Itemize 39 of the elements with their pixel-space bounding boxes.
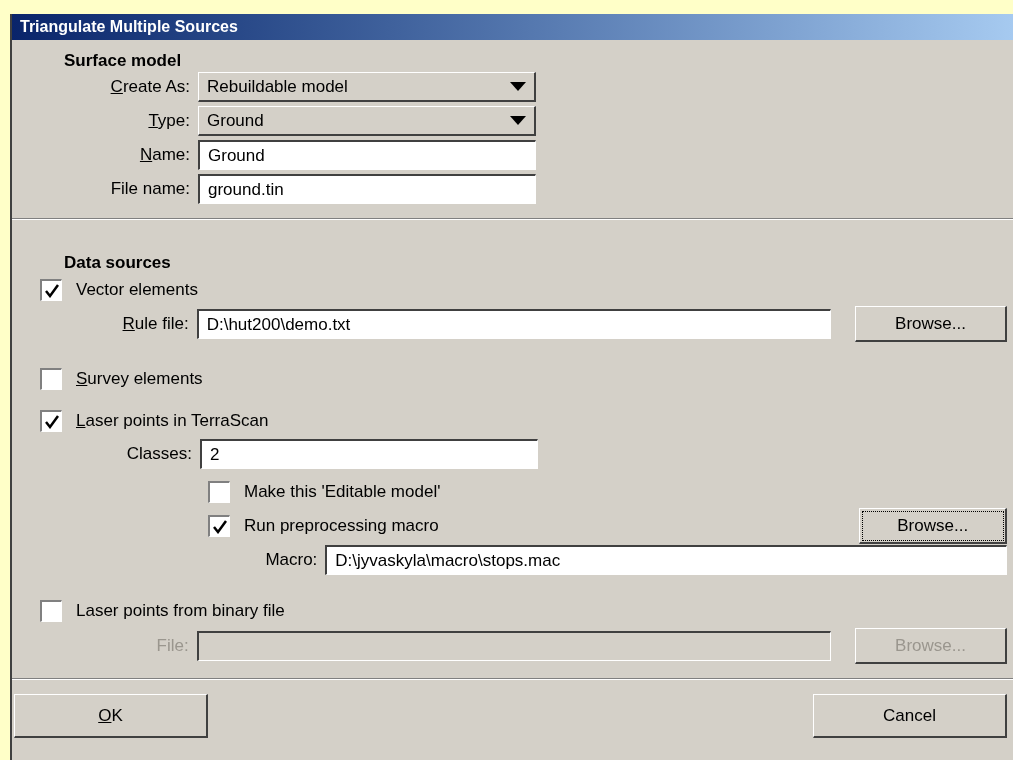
field-label: Rule file: [121,313,189,336]
checkbox[interactable] [40,410,62,432]
field-label: Name: [138,144,190,167]
field-label: File: [155,635,189,658]
checkmark-icon [44,414,59,429]
checkbox[interactable] [208,515,230,537]
checkbox-label: Vector elements [76,279,198,302]
checkbox[interactable] [40,368,62,390]
dropdown[interactable]: Rebuildable model [198,72,536,102]
checkbox-label: Survey elements [76,368,203,391]
dropdown[interactable]: Ground [198,106,536,136]
checkbox[interactable] [40,279,62,301]
browse-button[interactable]: Browse... [859,508,1007,544]
cancel-button[interactable]: Cancel [813,694,1007,738]
field-label: Create As: [109,76,190,99]
field-label: Classes: [125,443,192,466]
text-field[interactable]: D:\hut200\demo.txt [196,309,831,339]
section-heading: Data sources [63,252,172,274]
field-label: File name: [109,178,190,201]
window-title: Triangulate Multiple Sources [12,14,1013,40]
checkbox[interactable] [208,481,230,503]
text-field[interactable] [196,631,831,661]
dropdown-arrow-icon [510,81,526,92]
text-field[interactable]: Ground [198,140,536,170]
dropdown-arrow-icon [510,115,526,126]
section-heading: Surface model [64,50,183,72]
text-field[interactable]: D:\jyvaskyla\macro\stops.mac [325,545,1007,575]
checkmark-icon [44,283,59,298]
checkbox-label: Run preprocessing macro [244,515,440,538]
browse-button[interactable]: Browse... [855,306,1007,342]
ok-button[interactable]: OK [14,694,208,738]
field-label: Type: [147,110,190,133]
text-field[interactable]: ground.tin [198,174,536,204]
checkbox-label: Make this 'Editable model' [244,481,441,504]
field-label: Macro: [264,549,318,572]
checkbox-label: Laser points from binary file [76,600,285,623]
text-field[interactable]: 2 [200,439,538,469]
checkmark-icon [212,519,227,534]
checkbox-label: Laser points in TerraScan [76,410,269,433]
